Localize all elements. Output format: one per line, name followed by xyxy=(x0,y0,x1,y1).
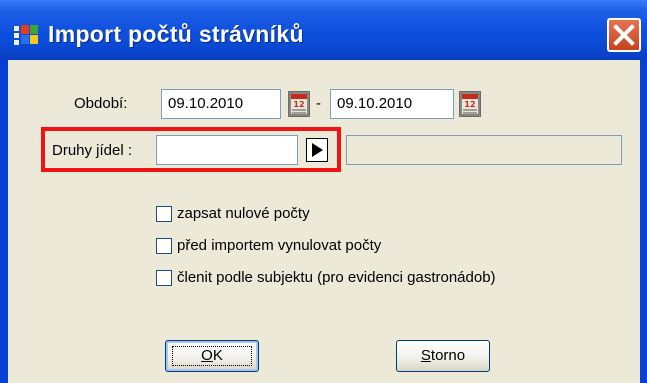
reset-before-import-checkbox[interactable] xyxy=(156,238,172,254)
calendar-icon: 12 xyxy=(289,92,309,116)
date-from-calendar-button[interactable]: 12 xyxy=(288,91,310,117)
date-separator: - xyxy=(316,95,321,112)
windows-app-icon xyxy=(14,25,38,45)
cancel-mnemonic: S xyxy=(420,347,431,364)
svg-text:12: 12 xyxy=(464,100,475,109)
reset-before-import-label[interactable]: před importem vynulovat počty xyxy=(177,236,381,256)
meal-types-description-field xyxy=(346,135,622,165)
split-by-subject-label[interactable]: členit podle subjektu (pro evidenci gast… xyxy=(177,268,496,288)
zero-counts-label[interactable]: zapsat nulové počty xyxy=(177,204,310,224)
focus-rectangle xyxy=(172,346,252,366)
svg-text:12: 12 xyxy=(293,100,304,109)
meal-types-highlight-frame xyxy=(41,127,341,172)
title-bar[interactable]: Import počtů strávníků xyxy=(0,0,647,60)
dialog-window: Import počtů strávníků Období: 09.10.201… xyxy=(0,0,647,383)
dialog-body: Období: 09.10.2010 12 - 09.10.2010 12 Dr… xyxy=(8,60,640,383)
period-label: Období: xyxy=(74,95,128,112)
close-icon xyxy=(613,24,635,46)
close-button[interactable] xyxy=(607,18,641,52)
zero-counts-checkbox[interactable] xyxy=(156,206,172,222)
window-title: Import počtů strávníků xyxy=(48,21,304,47)
ok-button[interactable]: OK xyxy=(165,340,259,372)
date-to-calendar-button[interactable]: 12 xyxy=(459,91,481,117)
date-from-input[interactable]: 09.10.2010 xyxy=(161,89,281,119)
calendar-icon: 12 xyxy=(460,92,480,116)
split-by-subject-checkbox[interactable] xyxy=(156,270,172,286)
date-to-input[interactable]: 09.10.2010 xyxy=(330,89,454,119)
cancel-button[interactable]: Storno xyxy=(396,340,490,372)
cancel-label-rest: torno xyxy=(430,347,466,364)
